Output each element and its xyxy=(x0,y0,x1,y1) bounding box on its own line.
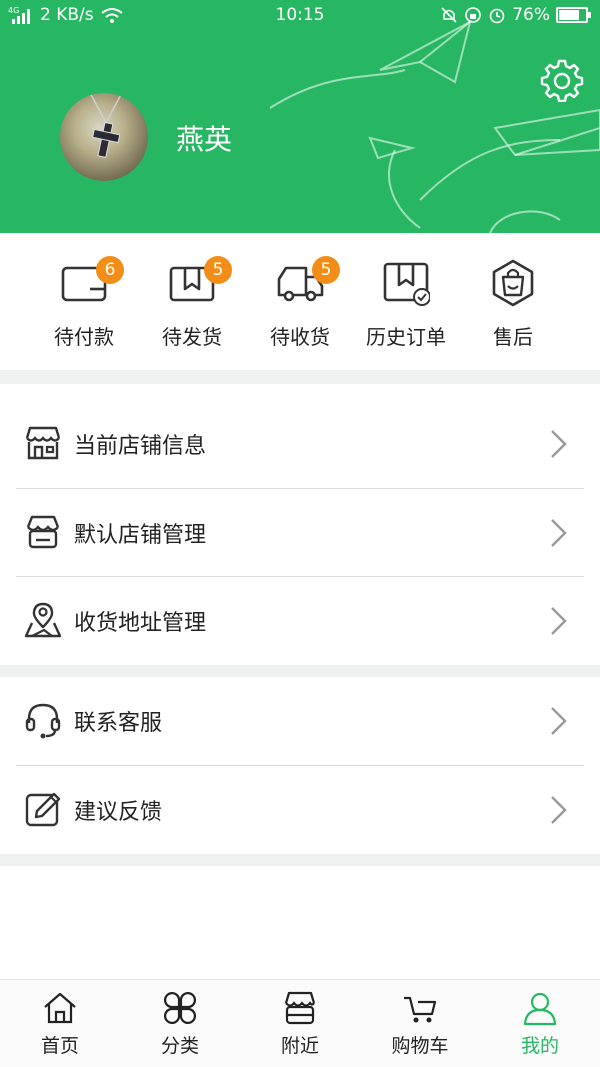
badge-pending-shipment: 5 xyxy=(204,256,232,284)
status-bar: 4G 2 KB/s 10:15 76% xyxy=(0,0,600,32)
order-pending-shipment[interactable]: 5 待发货 xyxy=(142,256,242,359)
category-clover-icon xyxy=(164,992,196,1024)
nearby-store-icon xyxy=(284,991,316,1025)
cross-pendant-image xyxy=(89,93,123,158)
order-history[interactable]: 历史订单 xyxy=(356,259,456,359)
profile-header: 4G 2 KB/s 10:15 76% 燕英 xyxy=(0,0,600,233)
chevron-right-icon xyxy=(551,430,567,458)
order-label: 待收货 xyxy=(270,325,330,349)
order-label: 历史订单 xyxy=(366,325,446,349)
battery-percent: 76% xyxy=(512,5,550,25)
mute-bell-icon xyxy=(441,7,457,23)
section-separator xyxy=(0,370,600,384)
order-after-sales[interactable]: 售后 xyxy=(463,259,563,359)
menu-label: 当前店铺信息 xyxy=(74,434,207,459)
menu-label: 联系客服 xyxy=(74,711,163,736)
order-label: 待发货 xyxy=(162,325,222,349)
tab-category[interactable]: 分类 xyxy=(120,980,240,1067)
menu-label: 默认店铺管理 xyxy=(74,523,207,548)
tab-label: 购物车 xyxy=(391,1035,449,1057)
tab-nearby[interactable]: 附近 xyxy=(240,980,360,1067)
badge-pending-payment: 6 xyxy=(96,256,124,284)
storefront-icon xyxy=(25,426,61,460)
menu-suggestion-feedback[interactable]: 建议反馈 xyxy=(0,766,600,854)
avatar[interactable] xyxy=(60,93,148,181)
menu-label: 建议反馈 xyxy=(74,800,163,825)
edit-feedback-icon xyxy=(25,792,61,827)
order-pending-payment[interactable]: 6 待付款 xyxy=(34,256,134,359)
location-pin-icon xyxy=(24,602,62,638)
menu-current-shop-info[interactable]: 当前店铺信息 xyxy=(0,400,600,488)
chevron-right-icon xyxy=(551,607,567,635)
chevron-right-icon xyxy=(551,707,567,735)
tab-home[interactable]: 首页 xyxy=(0,980,120,1067)
order-history-icon xyxy=(383,262,430,306)
cart-icon xyxy=(404,996,437,1023)
chevron-right-icon xyxy=(551,796,567,824)
menu-contact-customer-service[interactable]: 联系客服 xyxy=(0,677,600,765)
after-sales-bag-icon xyxy=(492,259,534,307)
menu-shipping-address-management[interactable]: 收货地址管理 xyxy=(0,577,600,665)
menu-default-shop-management[interactable]: 默认店铺管理 xyxy=(0,489,600,577)
battery-icon xyxy=(556,7,591,23)
section-separator xyxy=(0,854,600,866)
settings-gear-icon[interactable] xyxy=(540,58,584,102)
badge-pending-receipt: 5 xyxy=(312,256,340,284)
order-label: 售后 xyxy=(493,325,533,349)
tab-profile[interactable]: 我的 xyxy=(480,980,600,1067)
order-pending-receipt[interactable]: 5 待收货 xyxy=(250,256,350,359)
tab-label: 我的 xyxy=(520,1035,559,1057)
bottom-navigation: 首页 分类 附近 购物车 我的 xyxy=(0,979,600,1067)
order-label: 待付款 xyxy=(54,325,114,349)
alarm-icon xyxy=(489,8,505,24)
tab-label: 分类 xyxy=(160,1035,199,1057)
order-status-row: 6 待付款 5 待发货 5 待收货 历史订单 售后 xyxy=(0,233,600,370)
rotation-lock-icon xyxy=(465,7,482,23)
shop-manage-icon xyxy=(26,515,60,549)
tab-label: 附近 xyxy=(280,1035,319,1057)
headset-icon xyxy=(25,703,61,739)
menu-label: 收货地址管理 xyxy=(74,611,207,636)
home-icon xyxy=(44,992,76,1024)
chevron-right-icon xyxy=(551,519,567,547)
tab-cart[interactable]: 购物车 xyxy=(360,980,480,1067)
username: 燕英 xyxy=(176,123,233,156)
profile-icon xyxy=(523,992,557,1026)
tab-label: 首页 xyxy=(40,1035,79,1057)
